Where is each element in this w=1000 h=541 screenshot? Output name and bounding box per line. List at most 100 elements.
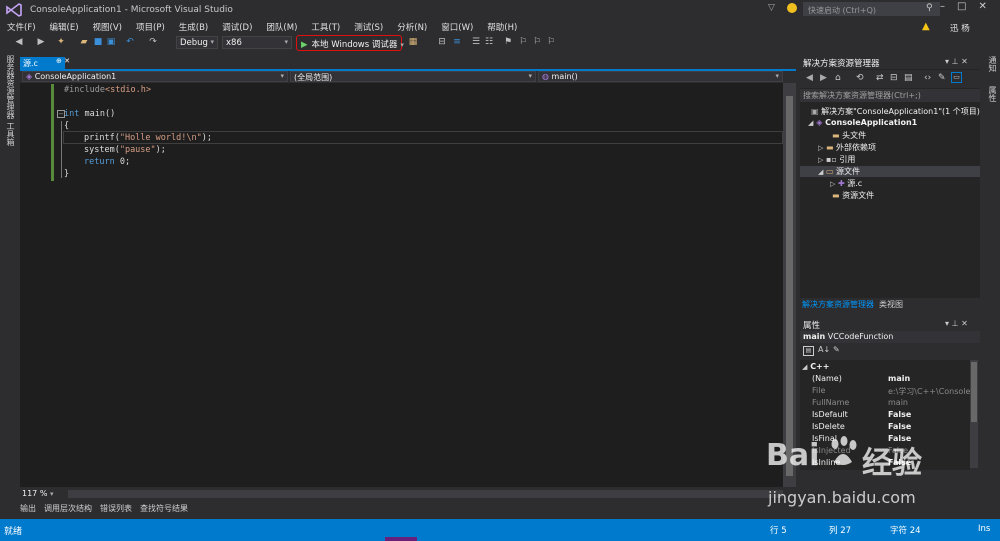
preview-icon[interactable]: ▭ bbox=[951, 72, 962, 83]
tree-item-resource-files[interactable]: ▬ 资源文件 bbox=[832, 190, 874, 201]
uncomment-icon[interactable]: ☷ bbox=[484, 37, 494, 47]
tree-item-source-files[interactable]: ◢ ▭ 源文件 bbox=[818, 166, 860, 177]
menu-project[interactable]: 项目(P) bbox=[129, 20, 172, 34]
forward-icon[interactable]: ▶ bbox=[36, 37, 46, 47]
menu-window[interactable]: 窗口(W) bbox=[434, 20, 480, 34]
property-value: False bbox=[888, 410, 912, 419]
property-category[interactable]: ◢ C++ bbox=[802, 362, 829, 371]
back-icon[interactable]: ◀ bbox=[14, 37, 24, 47]
search-icon[interactable]: ⚲ bbox=[926, 3, 933, 13]
properties-wrench-icon[interactable]: ✎ bbox=[938, 73, 946, 83]
tree-item-label: 头文件 bbox=[842, 131, 867, 140]
collapse-all-icon[interactable]: ⊟ bbox=[890, 73, 898, 83]
alphabetical-icon[interactable]: A↓ bbox=[818, 345, 830, 354]
pin-icon[interactable]: ⊥ bbox=[952, 319, 959, 328]
include-file: <stdio.h> bbox=[104, 85, 152, 95]
new-project-icon[interactable]: ✦ bbox=[56, 37, 66, 47]
warning-icon[interactable]: ▲ bbox=[922, 21, 930, 32]
tree-item-project[interactable]: ◢ ◈ ConsoleApplication1 bbox=[808, 118, 917, 127]
filter-icon[interactable]: ▽ bbox=[768, 3, 775, 13]
property-row[interactable]: FullName main bbox=[808, 398, 970, 410]
menu-help[interactable]: 帮助(H) bbox=[480, 20, 524, 34]
properties-object-selector[interactable]: main VCCodeFunction bbox=[800, 331, 980, 343]
save-all-icon[interactable]: ▣ bbox=[106, 37, 116, 47]
pin-icon[interactable]: ⊕ ✕ bbox=[56, 57, 70, 65]
tree-item-external-deps[interactable]: ▷ ▬ 外部依赖项 bbox=[818, 142, 876, 153]
maximize-icon[interactable]: □ bbox=[957, 1, 966, 17]
comment-icon[interactable]: ☰ bbox=[471, 37, 481, 47]
property-pages-icon[interactable]: ✎ bbox=[833, 345, 840, 354]
step-icon[interactable]: ⊟ bbox=[437, 37, 447, 47]
bookmark-icon[interactable]: ⚑ bbox=[503, 37, 513, 47]
project-dropdown[interactable]: ◈ ConsoleApplication1 ▾ bbox=[22, 71, 288, 82]
start-debugging-button[interactable]: ▶ 本地 Windows 调试器 ▾ bbox=[296, 35, 404, 51]
feedback-smiley-icon[interactable] bbox=[787, 3, 797, 13]
solution-explorer-search[interactable]: 搜索解决方案资源管理器(Ctrl+;) bbox=[800, 89, 980, 102]
categorized-icon[interactable]: ▤ bbox=[803, 346, 814, 356]
undo-icon[interactable]: ↶ bbox=[125, 37, 135, 47]
menu-build[interactable]: 生成(B) bbox=[172, 20, 215, 34]
tree-item-headers[interactable]: ▬ 头文件 bbox=[832, 130, 866, 141]
view-code-icon[interactable]: ‹› bbox=[924, 73, 931, 83]
scroll-thumb[interactable] bbox=[786, 96, 793, 476]
minimize-icon[interactable]: – bbox=[940, 1, 945, 17]
property-row[interactable]: File e:\学习\C++\Console bbox=[808, 386, 970, 398]
user-account[interactable]: 迅 杨 bbox=[950, 22, 970, 34]
tree-item-source-c[interactable]: ▷ ✚ 源.c bbox=[830, 178, 862, 189]
tree-item-solution[interactable]: ▣ 解决方案"ConsoleApplication1"(1 个项目) bbox=[811, 106, 980, 117]
server-explorer-tab[interactable]: 服务器资源管理器 bbox=[5, 55, 16, 119]
property-row[interactable]: IsDefault False bbox=[808, 410, 970, 422]
redo-icon[interactable]: ↷ bbox=[148, 37, 158, 47]
menu-debug[interactable]: 调试(D) bbox=[215, 20, 259, 34]
back-icon[interactable]: ◀ bbox=[806, 73, 813, 83]
close-icon[interactable]: ✕ bbox=[961, 319, 968, 328]
menu-analyze[interactable]: 分析(N) bbox=[390, 20, 434, 34]
scope-dropdown[interactable]: (全局范围) ▾ bbox=[290, 71, 536, 82]
toolbox-tab[interactable]: 工具箱 bbox=[5, 122, 16, 146]
menu-view[interactable]: 视图(V) bbox=[86, 20, 129, 34]
solution-platform-dropdown[interactable]: x86 ▾ bbox=[222, 36, 292, 49]
tree-item-references[interactable]: ▷ ▪▫ 引用 bbox=[818, 154, 855, 165]
prev-bookmark-icon[interactable]: ⚐ bbox=[518, 37, 528, 47]
zoom-dropdown[interactable]: 117 % ▾ bbox=[22, 489, 53, 498]
property-row[interactable]: (Name) main bbox=[808, 374, 970, 386]
tab-class-view[interactable]: 类视图 bbox=[879, 299, 903, 310]
change-tracking-bar bbox=[51, 84, 54, 181]
tab-find-symbol-results[interactable]: 查找符号结果 bbox=[140, 503, 188, 514]
menu-team[interactable]: 团队(M) bbox=[259, 20, 304, 34]
menu-tools[interactable]: 工具(T) bbox=[304, 20, 347, 34]
menu-file[interactable]: 文件(F) bbox=[0, 20, 43, 34]
notifications-tab[interactable]: 通知 bbox=[987, 56, 998, 72]
forward-icon[interactable]: ▶ bbox=[820, 73, 827, 83]
refresh-icon[interactable]: ⇄ bbox=[876, 73, 884, 83]
tree-item-label: 外部依赖项 bbox=[836, 143, 877, 152]
attach-icon[interactable]: ▦ bbox=[408, 37, 418, 47]
dropdown-icon[interactable]: ▾ bbox=[945, 57, 949, 66]
quick-launch-input[interactable]: 快速启动 (Ctrl+Q) bbox=[803, 2, 940, 16]
tab-output[interactable]: 输出 bbox=[20, 503, 36, 514]
next-bookmark-icon[interactable]: ⚐ bbox=[532, 37, 542, 47]
show-all-files-icon[interactable]: ▤ bbox=[904, 73, 913, 83]
properties-tab[interactable]: 属性 bbox=[987, 86, 998, 102]
member-dropdown[interactable]: ◍ main() ▾ bbox=[538, 71, 783, 82]
close-icon[interactable]: ✕ bbox=[978, 1, 986, 17]
editor-horizontal-scrollbar[interactable] bbox=[68, 490, 783, 498]
open-file-icon[interactable]: ▰ bbox=[79, 37, 89, 47]
expanded-icon: ◢ bbox=[802, 363, 808, 371]
tab-solution-explorer[interactable]: 解决方案资源管理器 bbox=[802, 299, 874, 310]
pin-icon[interactable]: ⊥ bbox=[952, 57, 959, 66]
tab-error-list[interactable]: 错误列表 bbox=[100, 503, 132, 514]
sync-icon[interactable]: ⟲ bbox=[856, 73, 864, 83]
scroll-thumb[interactable] bbox=[971, 362, 977, 422]
clear-bookmarks-icon[interactable]: ⚐ bbox=[546, 37, 556, 47]
menu-edit[interactable]: 编辑(E) bbox=[43, 20, 86, 34]
menu-test[interactable]: 测试(S) bbox=[347, 20, 390, 34]
dropdown-icon[interactable]: ▾ bbox=[945, 319, 949, 328]
home-icon[interactable]: ⌂ bbox=[835, 73, 841, 83]
format-icon[interactable]: ≡ bbox=[452, 37, 462, 47]
tab-call-hierarchy[interactable]: 调用层次结构 bbox=[44, 503, 92, 514]
close-icon[interactable]: ✕ bbox=[961, 57, 968, 66]
solution-config-dropdown[interactable]: Debug ▾ bbox=[176, 36, 218, 49]
save-icon[interactable]: ■ bbox=[93, 37, 103, 47]
string-literal: "pause" bbox=[119, 145, 156, 155]
